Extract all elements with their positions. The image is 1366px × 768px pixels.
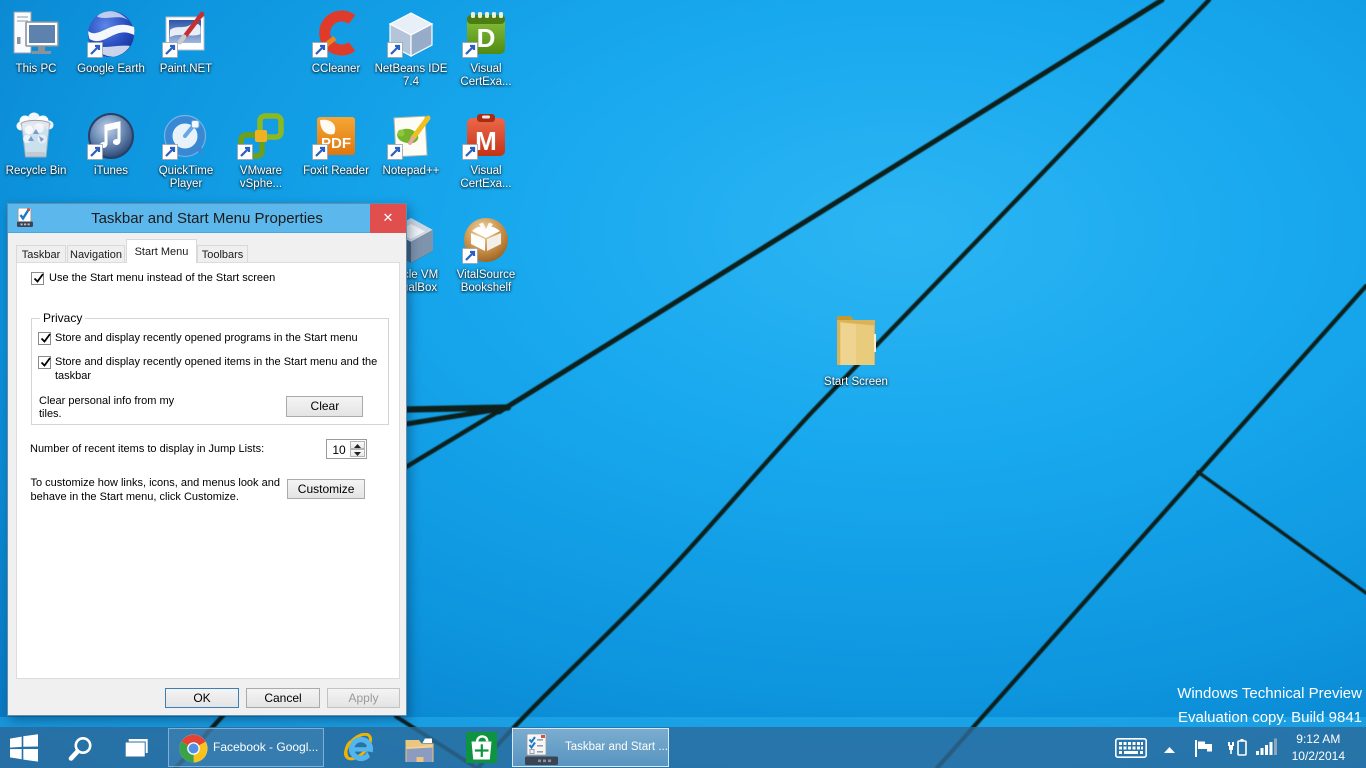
svg-text:D: D — [477, 23, 496, 53]
svg-text:M: M — [475, 126, 497, 156]
